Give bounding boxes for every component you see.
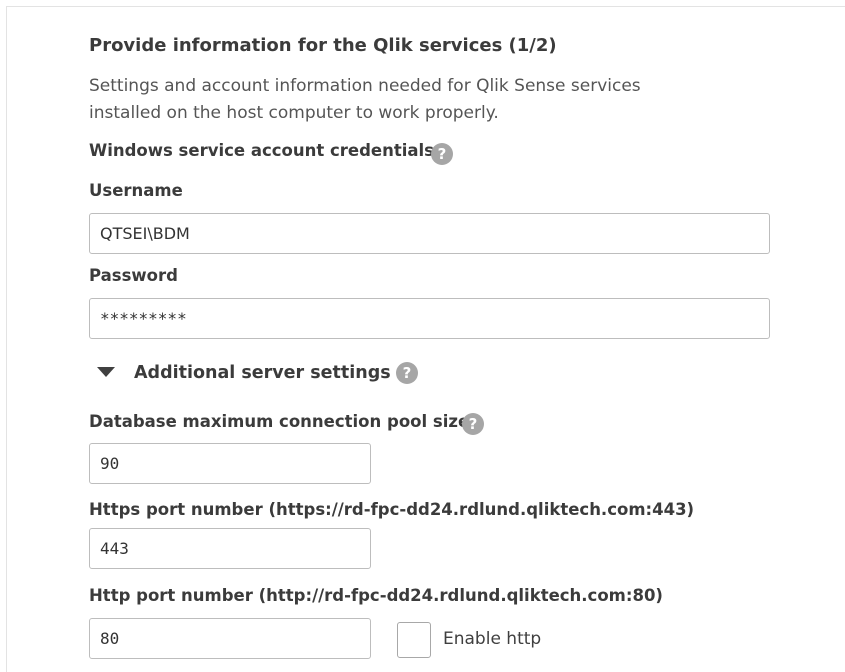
additional-settings-toggle[interactable]: Additional server settings [134,363,391,383]
enable-http-checkbox[interactable] [397,622,431,658]
help-icon[interactable]: ? [462,413,484,435]
page-title: Provide information for the Qlik service… [89,35,557,56]
chevron-down-icon[interactable] [97,367,115,377]
http-port-field[interactable]: 80 [89,618,371,659]
username-label: Username [89,181,183,200]
http-port-label: Http port number (http://rd-fpc-dd24.rdl… [89,586,663,605]
pool-size-field[interactable]: 90 [89,443,371,484]
https-port-field[interactable]: 443 [89,528,371,569]
enable-http-label[interactable]: Enable http [443,629,541,649]
section-description: Settings and account information needed … [89,76,641,123]
help-icon[interactable]: ? [396,362,418,384]
password-label: Password [89,266,178,285]
https-port-label: Https port number (https://rd-fpc-dd24.r… [89,500,695,519]
help-icon[interactable]: ? [431,143,453,165]
username-field[interactable]: QTSEI\BDM [89,213,770,254]
pool-size-label: Database maximum connection pool size [89,412,470,431]
password-field[interactable]: ********* [89,298,770,339]
credentials-heading: Windows service account credentials [89,141,435,160]
